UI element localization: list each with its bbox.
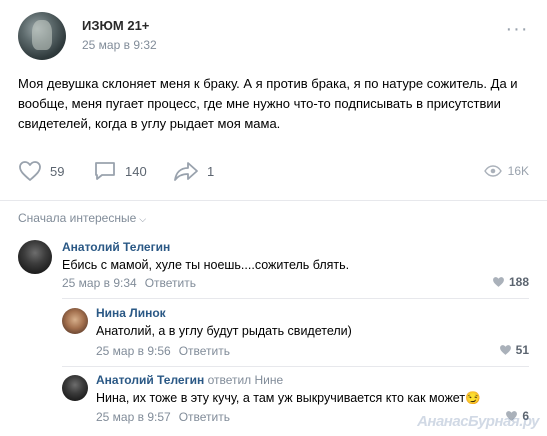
reply-button[interactable]: Ответить xyxy=(179,344,230,358)
comment-reply: Нина Линок Анатолий, а в углу будут рыда… xyxy=(62,306,529,362)
comment-meta: 25 мар в 9:34 Ответить xyxy=(62,276,196,290)
divider xyxy=(62,298,529,299)
eye-icon xyxy=(483,165,502,177)
post-header: ИЗЮМ 21+ 25 мар в 9:32 ··· xyxy=(18,12,529,62)
likes-count: 59 xyxy=(50,163,65,179)
heart-icon xyxy=(493,277,504,287)
comment-likes-count: 51 xyxy=(515,343,529,357)
comment-button[interactable]: 140 xyxy=(93,158,147,184)
reply-button[interactable]: Ответить xyxy=(145,276,196,290)
comment-time[interactable]: 25 мар в 9:34 xyxy=(62,276,137,290)
comment-time[interactable]: 25 мар в 9:57 xyxy=(96,410,171,424)
post-actions: 59 140 1 16K xyxy=(18,158,529,184)
share-button[interactable]: 1 xyxy=(173,158,214,184)
comment-text: Анатолий, а в углу будут рыдать свидетел… xyxy=(96,324,352,338)
post-author[interactable]: ИЗЮМ 21+ xyxy=(82,18,149,33)
comment-like-button[interactable]: 51 xyxy=(499,343,529,357)
comments-count: 140 xyxy=(125,163,147,179)
comment-meta: 25 мар в 9:56 Ответить xyxy=(96,344,230,358)
comment-likes-count: 188 xyxy=(508,275,529,289)
comment-meta: 25 мар в 9:57 Ответить xyxy=(96,410,230,424)
comment-author-name[interactable]: Нина Линок xyxy=(96,306,166,320)
comment-author[interactable]: Анатолий Телегин ответил Нине xyxy=(96,373,283,387)
post-text: Моя девушка склоняет меня к браку. А я п… xyxy=(18,76,518,131)
comment-sort-dropdown[interactable]: Сначала интересные ⌵ xyxy=(18,211,146,225)
avatar[interactable] xyxy=(62,375,88,401)
shares-count: 1 xyxy=(207,163,215,179)
reply-button[interactable]: Ответить xyxy=(179,410,230,424)
share-icon xyxy=(174,162,198,181)
comment-author-name[interactable]: Анатолий Телегин xyxy=(96,373,204,387)
divider xyxy=(0,200,547,201)
heart-icon xyxy=(499,345,511,355)
views-counter: 16K xyxy=(483,158,529,184)
more-options-icon[interactable]: ··· xyxy=(505,19,529,44)
heart-icon xyxy=(19,161,41,181)
comment-author-name[interactable]: Анатолий Телегин xyxy=(62,240,170,254)
comment: Анатолий Телегин Ебись с мамой, хуле ты … xyxy=(18,238,529,294)
watermark: АнанасБурная.ру xyxy=(417,413,539,430)
sort-label: Сначала интересные xyxy=(18,211,137,225)
like-button[interactable]: 59 xyxy=(18,158,64,184)
comment-author[interactable]: Анатолий Телегин xyxy=(62,240,170,254)
comment-time[interactable]: 25 мар в 9:56 xyxy=(96,344,171,358)
avatar[interactable] xyxy=(62,308,88,334)
post-timestamp[interactable]: 25 мар в 9:32 xyxy=(82,38,157,52)
reply-to-label[interactable]: ответил Нине xyxy=(208,373,284,387)
chevron-down-icon: ⌵ xyxy=(139,214,147,224)
comment-like-button[interactable]: 188 xyxy=(492,275,529,289)
views-count: 16K xyxy=(507,164,529,178)
avatar[interactable] xyxy=(18,240,52,274)
comment-icon xyxy=(95,162,115,180)
community-avatar[interactable] xyxy=(18,12,66,60)
comment-text: Нина, их тоже в эту кучу, а там уж выкру… xyxy=(96,391,481,405)
comment-text: Ебись с мамой, хуле ты ноешь....сожитель… xyxy=(62,258,350,272)
divider xyxy=(62,366,529,367)
comment-author[interactable]: Нина Линок xyxy=(96,306,166,320)
